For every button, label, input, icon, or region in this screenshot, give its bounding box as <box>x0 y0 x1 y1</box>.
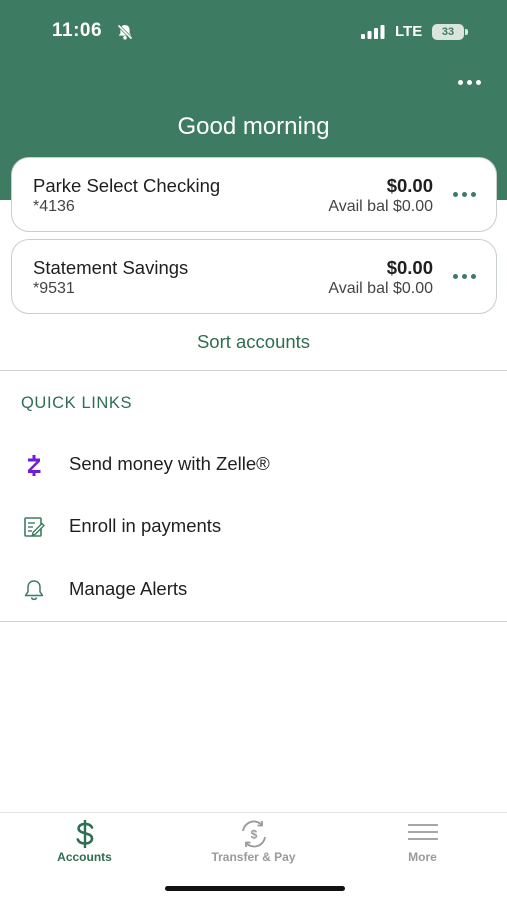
network-type: LTE <box>395 23 423 40</box>
tab-accounts[interactable]: Accounts <box>0 813 169 873</box>
menu-icon <box>407 824 438 840</box>
dollar-icon <box>76 820 93 848</box>
quick-link-zelle[interactable]: Send money with Zelle® <box>0 439 507 489</box>
tab-label: Accounts <box>57 850 112 864</box>
payment-form-icon <box>24 517 45 537</box>
account-card-checking[interactable]: Parke Select Checking *4136 $0.00 Avail … <box>11 157 497 232</box>
quick-links-heading: QUICK LINKS <box>21 394 133 412</box>
account-balance: $0.00 <box>386 175 433 196</box>
svg-text:$: $ <box>250 828 257 842</box>
ellipsis-dot <box>475 79 481 85</box>
ellipsis-dot <box>461 273 467 279</box>
battery-tip <box>465 29 468 35</box>
divider <box>0 370 507 371</box>
account-available-balance: Avail bal $0.00 <box>328 280 433 297</box>
bell-off-icon <box>117 24 133 40</box>
zelle-icon <box>28 455 41 476</box>
divider <box>0 621 507 622</box>
account-options-button[interactable] <box>450 268 478 284</box>
tab-label: More <box>408 850 437 864</box>
greeting: Good morning <box>177 113 330 140</box>
quick-link-enroll-payments[interactable]: Enroll in payments <box>0 501 507 551</box>
ellipsis-icon <box>452 191 458 197</box>
tab-transfer-pay[interactable]: $ Transfer & Pay <box>169 813 338 873</box>
ellipsis-dot <box>470 191 476 197</box>
tab-label: Transfer & Pay <box>211 850 296 864</box>
account-name: Parke Select Checking <box>33 175 221 196</box>
quick-link-label: Send money with Zelle® <box>69 453 270 474</box>
account-number: *9531 <box>33 280 75 297</box>
status-time: 11:06 <box>52 20 103 41</box>
account-number: *4136 <box>33 198 75 215</box>
bell-icon <box>24 580 44 601</box>
quick-link-label: Enroll in payments <box>69 515 222 536</box>
account-name: Statement Savings <box>33 257 189 278</box>
quick-link-label: Manage Alerts <box>69 578 188 599</box>
account-options-button[interactable] <box>450 186 478 202</box>
tab-more[interactable]: More <box>338 813 507 873</box>
account-card-savings[interactable]: Statement Savings *9531 $0.00 Avail bal … <box>11 239 497 314</box>
battery-icon: 33 <box>432 24 464 40</box>
ellipsis-dot <box>470 273 476 279</box>
header-more-button[interactable] <box>453 72 485 92</box>
ellipsis-dot <box>461 191 467 197</box>
home-indicator[interactable] <box>165 886 345 891</box>
quick-link-manage-alerts[interactable]: Manage Alerts <box>0 564 507 614</box>
cellular-signal-icon <box>361 25 385 39</box>
transfer-icon: $ <box>241 820 266 848</box>
account-balance: $0.00 <box>386 257 433 278</box>
status-bar: 11:06 LTE 33 <box>0 0 507 62</box>
ellipsis-icon <box>457 79 463 85</box>
account-available-balance: Avail bal $0.00 <box>328 198 433 215</box>
ellipsis-icon <box>452 273 458 279</box>
sort-accounts-link[interactable]: Sort accounts <box>0 331 507 353</box>
ellipsis-dot <box>466 79 472 85</box>
battery-level: 33 <box>441 26 455 38</box>
